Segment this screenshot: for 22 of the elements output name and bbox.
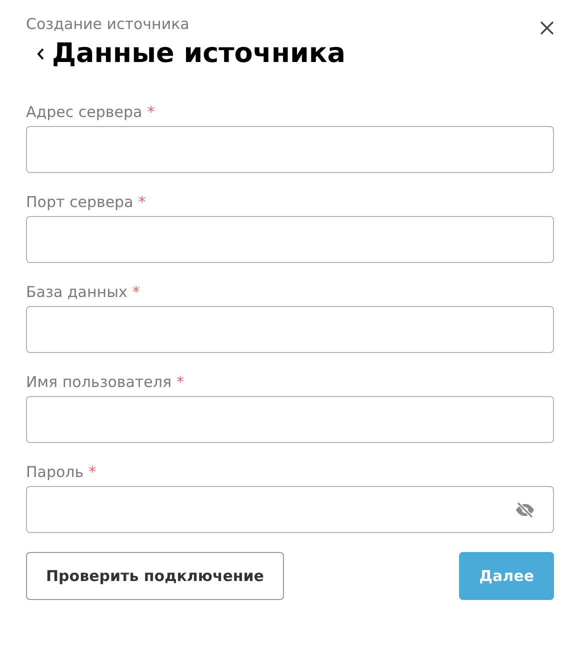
field-label: Порт сервера	[26, 192, 134, 212]
required-mark: *	[147, 102, 155, 122]
input-field[interactable]	[26, 396, 554, 443]
input-field[interactable]	[26, 216, 554, 263]
field-label: Имя пользователя	[26, 372, 172, 392]
field-label: База данных	[26, 282, 128, 302]
close-button[interactable]	[540, 21, 554, 35]
required-mark: *	[138, 192, 146, 212]
dialog-subtitle: Создание источника	[26, 14, 190, 34]
required-mark: *	[176, 372, 184, 392]
input-field[interactable]	[26, 306, 554, 353]
chevron-left-icon	[36, 47, 46, 61]
field-label: Адрес сервера	[26, 102, 142, 122]
check-connection-button[interactable]: Проверить подключение	[26, 552, 284, 600]
eye-off-icon[interactable]	[515, 502, 535, 518]
required-mark: *	[88, 462, 96, 482]
dialog-title: Данные источника	[52, 37, 346, 71]
required-mark: *	[132, 282, 140, 302]
field-label: Пароль	[26, 462, 84, 482]
input-field[interactable]	[26, 126, 554, 173]
input-field[interactable]	[26, 486, 554, 533]
close-icon	[540, 21, 554, 35]
